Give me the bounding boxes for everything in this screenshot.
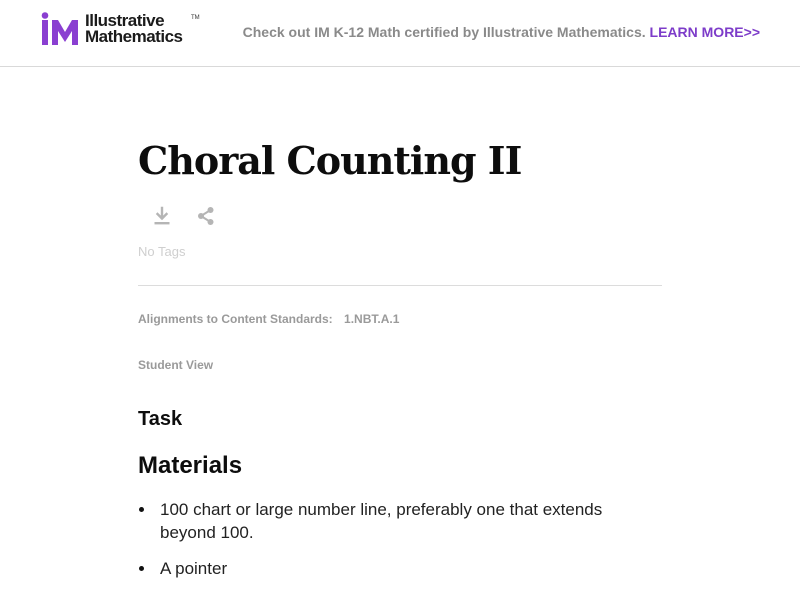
task-heading: Task — [138, 408, 183, 430]
site-header: Illustrative Mathematics TM Check out IM… — [0, 0, 800, 67]
alignments-row: Alignments to Content Standards: 1.NBT.A… — [138, 312, 399, 326]
logo-wordmark: Illustrative Mathematics — [85, 12, 183, 46]
standard-link[interactable]: 1.NBT.A.1 — [344, 312, 399, 326]
page-title: Choral Counting II — [138, 138, 522, 183]
learn-more-link[interactable]: LEARN MORE>> — [650, 24, 760, 40]
materials-heading: Materials — [138, 452, 243, 479]
promo-text: Check out IM K-12 Math certified by Illu… — [242, 24, 646, 40]
materials-list: 100 chart or large number line, preferab… — [138, 498, 662, 593]
share-icon[interactable] — [196, 206, 216, 226]
action-toolbar — [152, 206, 216, 226]
section-divider — [138, 285, 662, 286]
im-logo[interactable]: Illustrative Mathematics TM — [41, 12, 200, 46]
list-item: A pointer — [138, 557, 662, 580]
tags-text: No Tags — [138, 244, 186, 259]
im-logo-mark-icon — [41, 12, 78, 45]
alignments-label: Alignments to Content Standards: — [138, 312, 333, 326]
student-view-link[interactable]: Student View — [138, 358, 213, 372]
list-item: 100 chart or large number line, preferab… — [138, 498, 662, 544]
logo-trademark: TM — [191, 15, 200, 21]
logo-line2: Mathematics — [85, 26, 183, 46]
download-icon[interactable] — [152, 206, 172, 226]
promo-banner: Check out IM K-12 Math certified by Illu… — [243, 24, 760, 40]
